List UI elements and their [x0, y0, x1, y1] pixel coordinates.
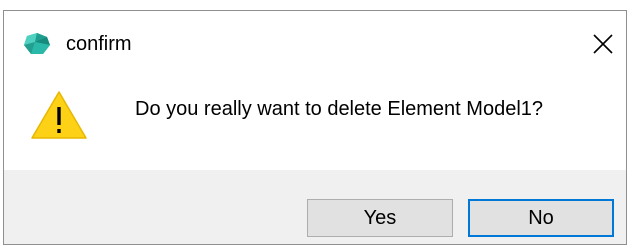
yes-button[interactable]: Yes [307, 199, 453, 237]
close-button[interactable] [580, 11, 626, 77]
button-bar: Yes No [4, 170, 626, 244]
warning-icon [30, 89, 88, 141]
title-bar[interactable]: confirm [4, 11, 626, 77]
no-button[interactable]: No [468, 199, 614, 237]
window-title: confirm [66, 33, 132, 55]
confirm-message: Do you really want to delete Element Mod… [135, 98, 544, 120]
teal-gem-icon [23, 32, 51, 56]
confirm-dialog: confirm Do you really want to delete Ele… [3, 10, 627, 245]
close-icon [593, 34, 613, 54]
dialog-content: Do you really want to delete Element Mod… [4, 77, 626, 170]
